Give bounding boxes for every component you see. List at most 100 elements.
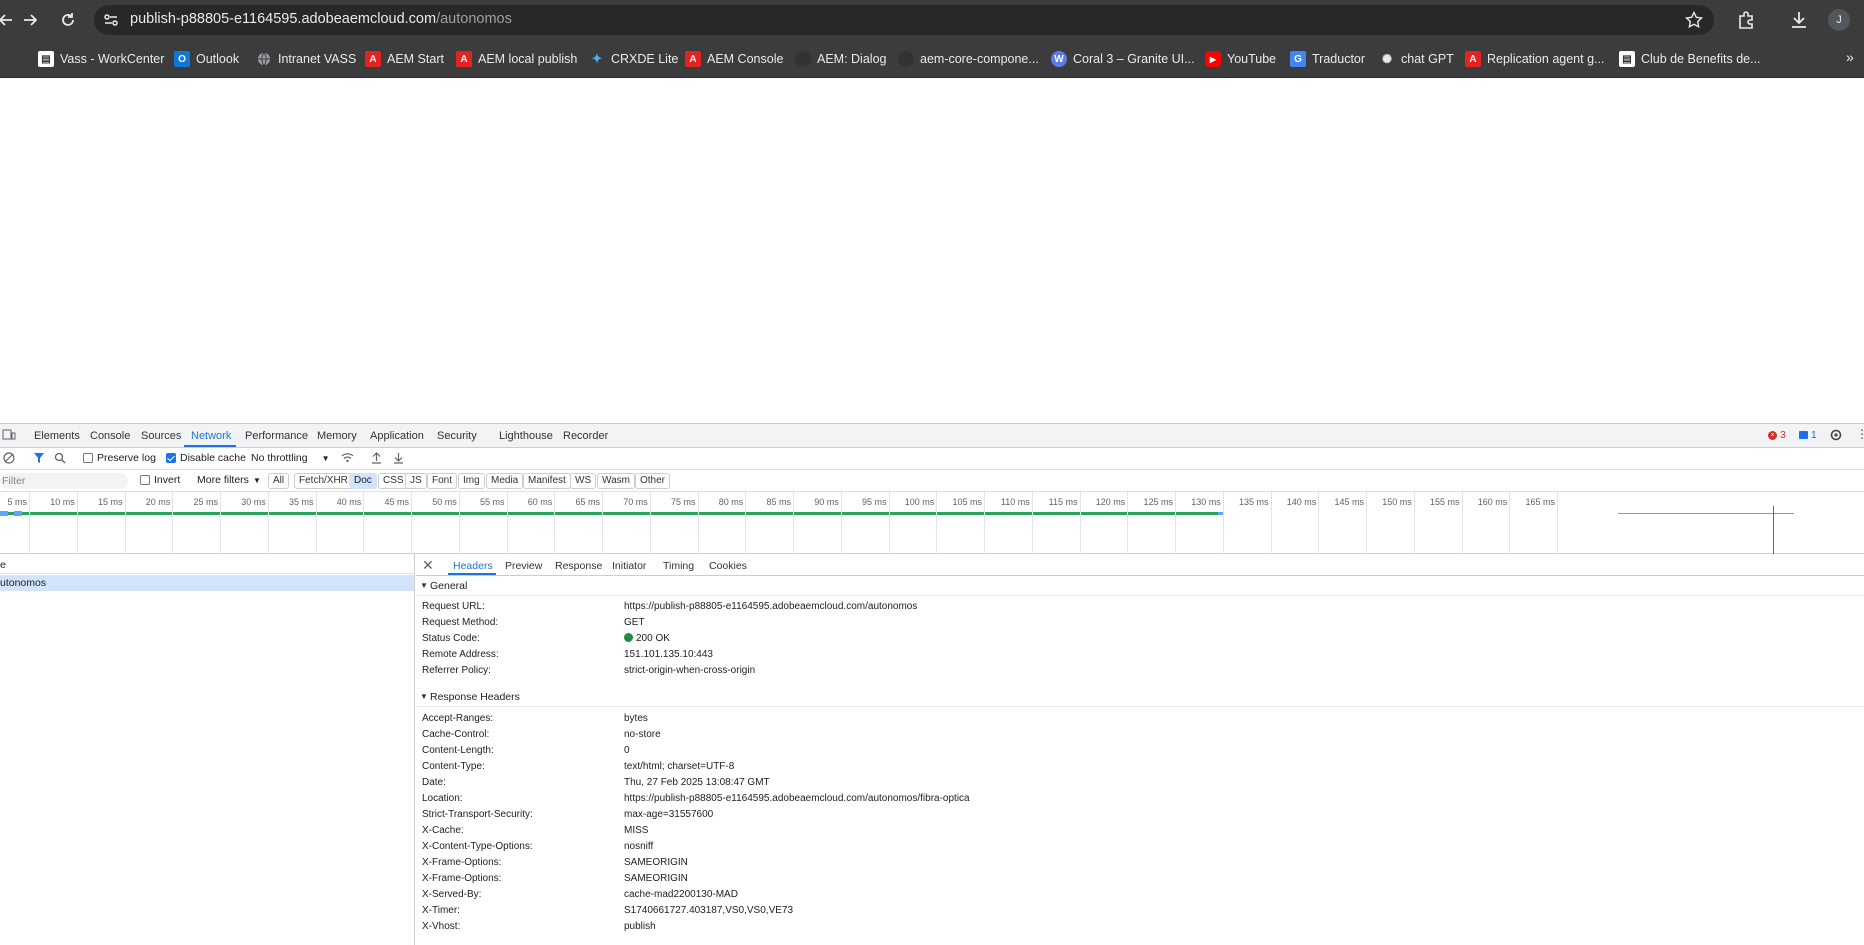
bookmark-crxde-lite[interactable]: ✦ CRXDE Lite xyxy=(589,49,679,69)
filter-chip-js[interactable]: JS xyxy=(405,473,427,489)
filter-chip-img[interactable]: Img xyxy=(458,473,485,489)
filter-chip-other[interactable]: Other xyxy=(635,473,671,489)
tab-lighthouse[interactable]: Lighthouse xyxy=(499,430,553,442)
network-conditions-icon[interactable] xyxy=(341,452,354,463)
tab-security[interactable]: Security xyxy=(437,430,477,442)
tab-response[interactable]: Response xyxy=(555,560,602,572)
header-value[interactable]: https://publish-p88805-e1164595.adobeaem… xyxy=(624,793,970,804)
name-column-header[interactable]: e xyxy=(0,554,415,574)
header-value[interactable]: MISS xyxy=(624,825,648,836)
tab-performance[interactable]: Performance xyxy=(245,430,308,442)
tab-cookies[interactable]: Cookies xyxy=(709,560,747,572)
bookmark-chat-gpt[interactable]: ✺ chat GPT xyxy=(1379,49,1454,69)
filter-chip-font[interactable]: Font xyxy=(427,473,458,489)
apps-icon[interactable] xyxy=(0,49,4,69)
bookmark-intranet-vass[interactable]: Intranet VASS xyxy=(256,49,356,69)
tab-memory[interactable]: Memory xyxy=(317,430,357,442)
url-text[interactable]: publish-p88805-e1164595.adobeaemcloud.co… xyxy=(130,11,512,27)
filter-chip-fetch-xhr[interactable]: Fetch/XHR xyxy=(294,473,353,489)
bookmark-coral-granite[interactable]: W Coral 3 – Granite UI... xyxy=(1051,49,1195,69)
header-value[interactable]: cache-mad2200130-MAD xyxy=(624,889,738,900)
filter-chip-manifest[interactable]: Manifest xyxy=(523,473,571,489)
header-value[interactable]: publish xyxy=(624,921,656,932)
tab-timing[interactable]: Timing xyxy=(663,560,694,572)
bookmark-aem-dialog[interactable]: AEM: Dialog xyxy=(795,49,886,69)
header-name: X-Vhost: xyxy=(422,921,461,932)
issues-badge[interactable]: × 3 1 xyxy=(1768,429,1817,441)
filter-funnel-icon[interactable] xyxy=(33,452,45,464)
filter-chip-doc[interactable]: Doc xyxy=(349,473,377,489)
settings-gear-icon[interactable] xyxy=(1829,428,1843,445)
clear-log-icon[interactable] xyxy=(3,452,15,464)
bookmark-aem-console[interactable]: A AEM Console xyxy=(685,49,783,69)
header-value[interactable]: Thu, 27 Feb 2025 13:08:47 GMT xyxy=(624,777,770,788)
header-value[interactable]: S1740661727.403187,VS0,VS0,VE73 xyxy=(624,905,793,916)
response-headers-section-header[interactable]: ▼ Response Headers xyxy=(416,687,1864,707)
header-value[interactable]: max-age=31557600 xyxy=(624,809,713,820)
bookmark-aem-local-publish[interactable]: A AEM local publish xyxy=(456,49,577,69)
tab-network[interactable]: Network xyxy=(191,430,231,442)
network-overview-timeline[interactable]: 5 ms 10 ms 15 ms 20 ms 25 ms 30 ms 35 ms 40 ms 4… xyxy=(0,492,1864,554)
download-icon[interactable] xyxy=(1788,9,1810,31)
header-value[interactable]: https://publish-p88805-e1164595.adobeaem… xyxy=(624,601,917,612)
filter-input[interactable]: Filter xyxy=(0,473,128,489)
reload-icon[interactable] xyxy=(56,8,80,32)
tab-sources[interactable]: Sources xyxy=(141,430,181,442)
export-har-icon[interactable] xyxy=(393,452,404,464)
tab-console[interactable]: Console xyxy=(90,430,130,442)
tab-preview[interactable]: Preview xyxy=(505,560,542,572)
back-arrow-icon[interactable] xyxy=(0,8,18,32)
filter-chip-ws[interactable]: WS xyxy=(570,473,597,489)
filter-chip-wasm[interactable]: Wasm xyxy=(597,473,635,489)
bookmarks-overflow-icon[interactable]: » xyxy=(1846,49,1854,65)
import-har-icon[interactable] xyxy=(371,452,382,464)
bookmark-star-icon[interactable] xyxy=(1684,10,1704,30)
timeline-tick-label: 25 ms xyxy=(193,497,218,507)
profile-avatar[interactable]: J xyxy=(1828,9,1850,31)
bookmark-outlook[interactable]: O Outlook xyxy=(174,49,239,69)
invert-checkbox[interactable]: Invert xyxy=(140,474,180,486)
address-bar[interactable]: publish-p88805-e1164595.adobeaemcloud.co… xyxy=(94,5,1714,35)
header-value[interactable]: 151.101.135.10:443 xyxy=(624,649,713,660)
more-options-icon[interactable]: ⋮ xyxy=(1856,427,1864,441)
header-value[interactable]: SAMEORIGIN xyxy=(624,857,688,868)
tab-headers[interactable]: Headers xyxy=(453,560,493,572)
bookmark-vass-workcenter[interactable]: ▤ Vass - WorkCenter xyxy=(38,49,164,69)
bookmark-aem-start[interactable]: A AEM Start xyxy=(365,49,444,69)
device-toolbar-icon[interactable] xyxy=(2,429,16,444)
filter-chip-media[interactable]: Media xyxy=(486,473,524,489)
header-row: Strict-Transport-Security: max-age=315576… xyxy=(416,807,1864,823)
bookmark-traductor[interactable]: G Traductor xyxy=(1290,49,1365,69)
preserve-log-checkbox[interactable]: Preserve log xyxy=(83,452,156,464)
search-icon[interactable] xyxy=(54,452,66,464)
tab-initiator[interactable]: Initiator xyxy=(612,560,646,572)
header-value[interactable]: bytes xyxy=(624,713,648,724)
tab-elements[interactable]: Elements xyxy=(34,430,80,442)
close-icon[interactable]: ✕ xyxy=(422,557,434,574)
forward-arrow-icon[interactable] xyxy=(18,8,42,32)
tab-recorder[interactable]: Recorder xyxy=(563,430,608,442)
tab-application[interactable]: Application xyxy=(370,430,424,442)
header-row: X-Cache: MISS xyxy=(416,823,1864,839)
request-row[interactable]: utonomos xyxy=(0,575,414,591)
throttling-select[interactable]: No throttling ▼ xyxy=(251,452,330,464)
header-value[interactable]: GET xyxy=(624,617,645,628)
bookmark-aem-core-components[interactable]: aem-core-compone... xyxy=(898,49,1039,69)
header-value[interactable]: SAMEORIGIN xyxy=(624,873,688,884)
bookmark-club-benefits[interactable]: ▤ Club de Benefits de... xyxy=(1619,49,1761,69)
header-value[interactable]: 0 xyxy=(624,745,630,756)
header-value[interactable]: strict-origin-when-cross-origin xyxy=(624,665,755,676)
extensions-icon[interactable] xyxy=(1735,9,1757,31)
site-settings-icon[interactable] xyxy=(102,11,120,29)
bookmark-youtube[interactable]: ▶ YouTube xyxy=(1205,49,1276,69)
filter-chip-css[interactable]: CSS xyxy=(378,473,409,489)
bookmark-replication-agent[interactable]: A Replication agent g... xyxy=(1465,49,1604,69)
header-value[interactable]: text/html; charset=UTF-8 xyxy=(624,761,734,772)
header-value[interactable]: 200 OK xyxy=(624,633,670,644)
general-section-header[interactable]: ▼ General xyxy=(416,576,1864,596)
disable-cache-checkbox[interactable]: Disable cache xyxy=(166,452,246,464)
filter-chip-all[interactable]: All xyxy=(268,473,290,489)
header-value[interactable]: no-store xyxy=(624,729,661,740)
header-value[interactable]: nosniff xyxy=(624,841,653,852)
more-filters-dropdown[interactable]: More filters ▼ xyxy=(197,474,261,486)
